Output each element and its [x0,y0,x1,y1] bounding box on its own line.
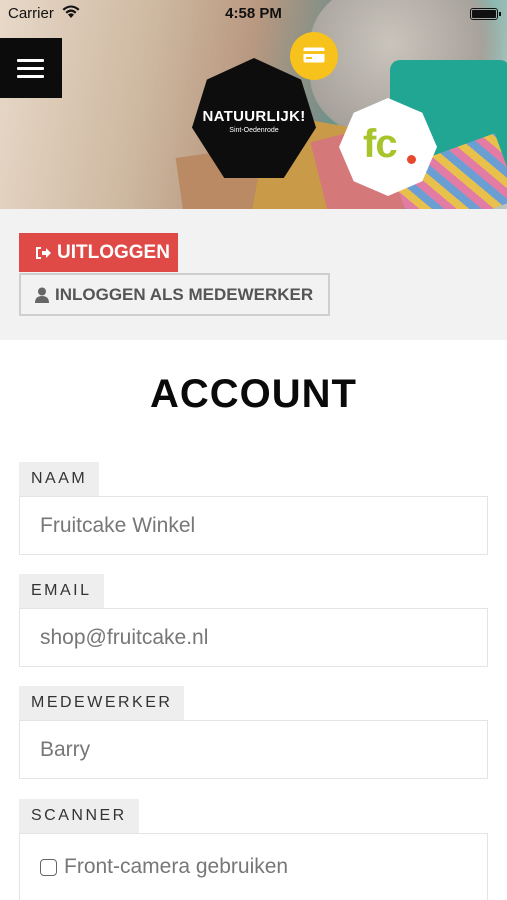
natuurlijk-logo-subtitle: Sint-Oedenrode [229,127,279,134]
user-icon [35,286,51,304]
scanner-option-row[interactable]: Front-camera gebruiken [19,833,488,900]
front-camera-label: Front-camera gebruiken [64,855,289,878]
logout-label: UITLOGGEN [57,241,170,263]
fruitcake-logo: fc [339,98,437,196]
medewerker-value: Barry [40,737,91,761]
battery-icon [470,8,501,20]
email-field[interactable]: shop@fruitcake.nl [19,608,488,667]
scanner-label: SCANNER [19,799,139,833]
status-bar: Carrier 4:58 PM [0,0,507,28]
page-title: ACCOUNT [150,372,357,416]
medewerker-field[interactable]: Barry [19,720,488,779]
clock: 4:58 PM [225,5,282,22]
naam-label: NAAM [19,462,100,496]
sign-out-icon [34,243,54,263]
medewerker-label: MEDEWERKER [19,686,185,720]
natuurlijk-logo: NATUURLIJK! Sint-Oedenrode [192,58,316,178]
email-value: shop@fruitcake.nl [40,625,209,649]
front-camera-checkbox[interactable] [40,858,57,876]
naam-value: Fruitcake Winkel [40,513,196,537]
credit-card-icon [303,47,325,63]
logout-button[interactable]: UITLOGGEN [19,233,178,272]
hamburger-icon [17,59,44,62]
card-badge[interactable] [290,32,338,80]
menu-button[interactable] [0,38,62,98]
naam-field[interactable]: Fruitcake Winkel [19,496,488,555]
email-label: EMAIL [19,574,104,608]
staff-login-label: INLOGGEN ALS MEDEWERKER [55,284,314,304]
staff-login-button[interactable]: INLOGGEN ALS MEDEWERKER [19,273,330,316]
natuurlijk-logo-title: NATUURLIJK! [202,108,306,125]
fruitcake-logo-text: fc [363,122,398,166]
